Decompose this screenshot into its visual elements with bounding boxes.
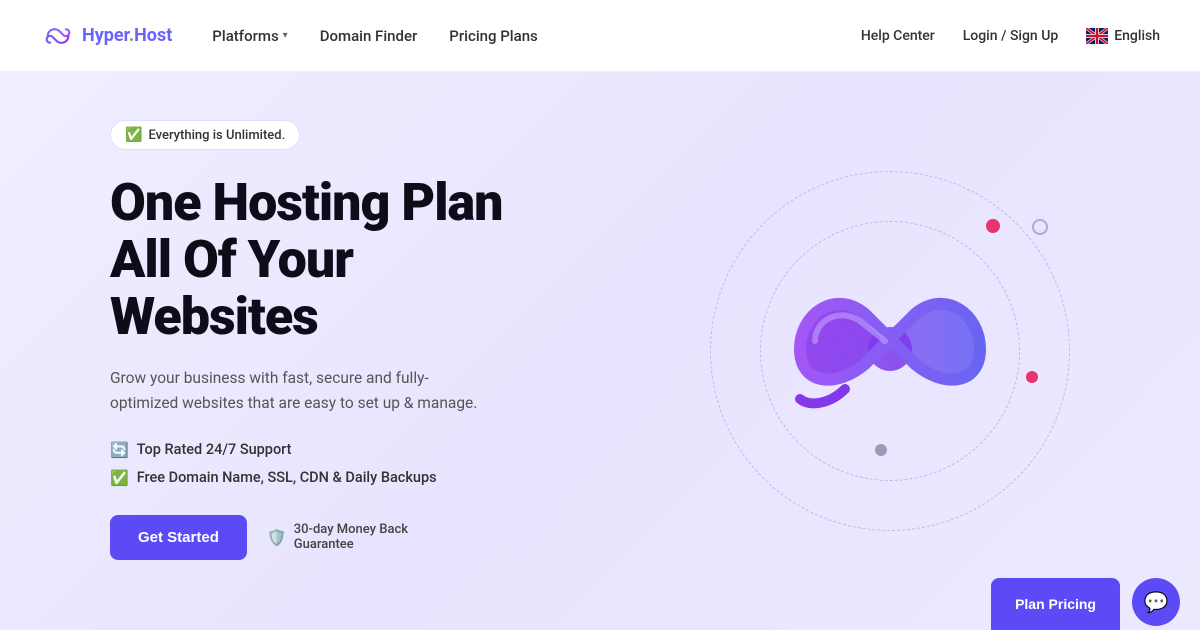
plan-pricing-button[interactable]: Plan Pricing (991, 578, 1120, 630)
login-signup-link[interactable]: Login / Sign Up (963, 28, 1059, 44)
chat-icon: 💬 (1144, 590, 1169, 614)
support-icon: 🔄 (110, 441, 129, 459)
dot-pink-top (986, 219, 1000, 233)
help-center-link[interactable]: Help Center (861, 28, 935, 44)
language-label: English (1114, 28, 1160, 44)
nav-links: Platforms ▾ Domain Finder Pricing Plans (212, 27, 861, 45)
check-circle-icon: ✅ (110, 469, 129, 487)
badge: ✅ Everything is Unlimited. (110, 120, 300, 150)
nav-right: Help Center Login / Sign Up English (861, 28, 1160, 44)
hero-illustration: Plan Pricing 💬 (580, 72, 1200, 630)
money-back-guarantee: 🛡️ 30-day Money Back Guarantee (267, 522, 408, 552)
hero-content: ✅ Everything is Unlimited. One Hosting P… (0, 72, 580, 630)
hero-title: One Hosting Plan All Of Your Websites (110, 174, 580, 346)
logo[interactable]: Hyper.Host (40, 24, 172, 48)
hero-description: Grow your business with fast, secure and… (110, 366, 490, 417)
shield-icon: 🛡️ (267, 528, 287, 547)
language-selector[interactable]: English (1086, 28, 1160, 44)
feature-support: 🔄 Top Rated 24/7 Support (110, 441, 580, 459)
nav-pricing-plans[interactable]: Pricing Plans (449, 27, 537, 45)
dot-gray (875, 444, 887, 456)
get-started-button[interactable]: Get Started (110, 515, 247, 560)
dot-pink-mid (1026, 371, 1038, 383)
chevron-down-icon: ▾ (283, 30, 288, 41)
features-list: 🔄 Top Rated 24/7 Support ✅ Free Domain N… (110, 441, 580, 487)
dot-outline (1032, 219, 1048, 235)
nav-platforms[interactable]: Platforms ▾ (212, 27, 287, 45)
cta-row: Get Started 🛡️ 30-day Money Back Guarant… (110, 515, 580, 560)
feature-domain: ✅ Free Domain Name, SSL, CDN & Daily Bac… (110, 469, 580, 487)
bottom-buttons: Plan Pricing 💬 (991, 578, 1200, 630)
nav-domain-finder[interactable]: Domain Finder (320, 27, 418, 45)
logo-text: Hyper.Host (82, 25, 172, 46)
flag-uk-icon (1086, 28, 1108, 44)
hero-section: ✅ Everything is Unlimited. One Hosting P… (0, 72, 1200, 630)
check-icon: ✅ (125, 127, 142, 143)
navbar: Hyper.Host Platforms ▾ Domain Finder Pri… (0, 0, 1200, 72)
cloud-logo-illustration (760, 259, 1020, 443)
chat-button[interactable]: 💬 (1132, 578, 1180, 626)
illustration-container (680, 141, 1100, 561)
